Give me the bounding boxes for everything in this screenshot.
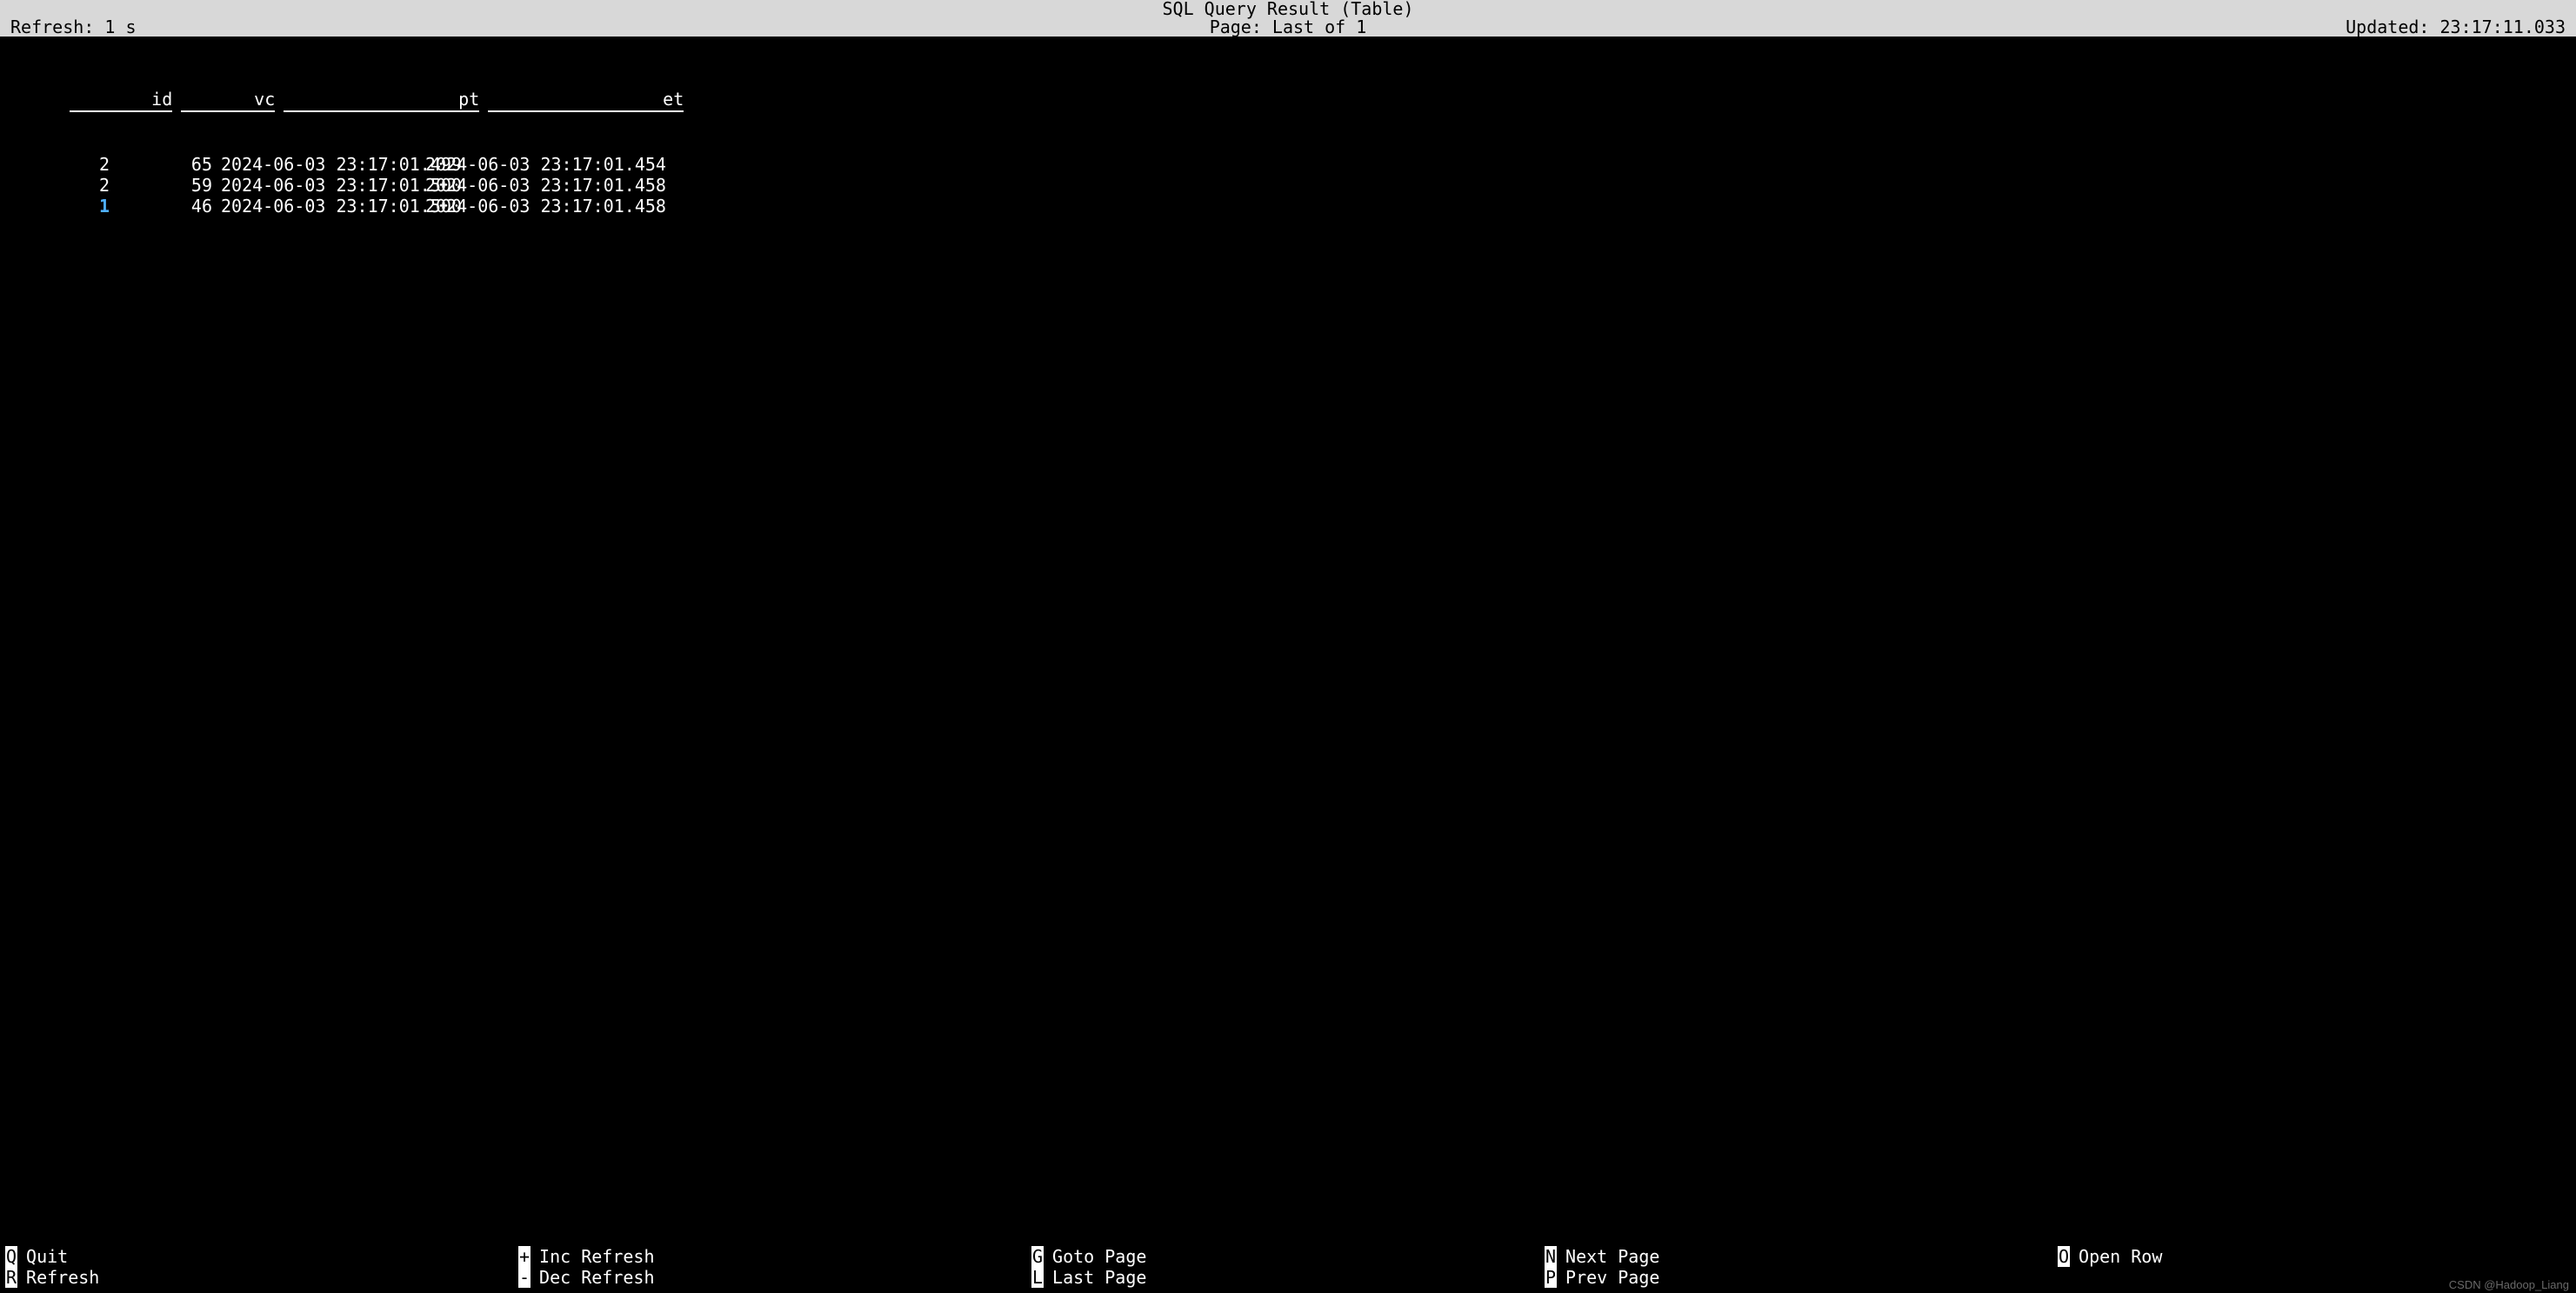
column-header-id[interactable]: id xyxy=(70,89,172,112)
hotkey-key: L xyxy=(1031,1267,1044,1288)
hotkey-label: Inc Refresh xyxy=(539,1246,654,1267)
table-body: 2652024-06-03 23:17:01.4992024-06-03 23:… xyxy=(7,154,2569,217)
hotkey-key: N xyxy=(1545,1246,1557,1267)
table-cell: 2 xyxy=(7,154,110,175)
hotkey-key: R xyxy=(5,1267,17,1288)
hotkey-label: Last Page xyxy=(1052,1267,1146,1288)
hotkey-label: Open Row xyxy=(2079,1246,2162,1267)
table-header-row: idvcptet xyxy=(28,68,684,133)
header-status-row: Refresh: 1 s Page: Last of 1 Updated: 23… xyxy=(10,18,2566,37)
hotkey-key: - xyxy=(518,1267,531,1288)
table-cell: 2024-06-03 23:17:01.458 xyxy=(425,196,621,217)
hotkey-label: Next Page xyxy=(1565,1246,1659,1267)
hotkey-key: G xyxy=(1031,1246,1044,1267)
table-row[interactable]: 2 59 2024-06-03 23:17:01.500 2024-06-03 23:… xyxy=(7,175,2569,196)
hotkey-label: Prev Page xyxy=(1565,1267,1659,1288)
hotkey-key: O xyxy=(2058,1246,2070,1267)
updated-status: Updated: 23:17:11.033 xyxy=(2346,18,2566,37)
watermark: CSDN @Hadoop_Liang xyxy=(2449,1278,2569,1291)
result-table: idvcptet 2652024-06-03 23:17:01.4992024-… xyxy=(0,37,2576,237)
hotkey-label: Quit xyxy=(26,1246,68,1267)
hotkey-item[interactable]: Q Quit xyxy=(5,1246,518,1267)
footer-hotkeys: Q Quit + Inc Refresh G Goto Page N Next Page O Op… xyxy=(0,1243,2576,1293)
column-header-et[interactable]: et xyxy=(488,89,684,112)
hotkey-key: P xyxy=(1545,1267,1557,1288)
table-cell: 1 xyxy=(7,196,110,217)
column-header-pt[interactable]: pt xyxy=(284,89,479,112)
refresh-status: Refresh: 1 s xyxy=(10,18,137,37)
hotkey-item[interactable]: R Refresh xyxy=(5,1267,518,1288)
page-status: Page: Last of 1 xyxy=(0,18,2576,37)
table-row[interactable]: 1 46 2024-06-03 23:17:01.500 2024-06-03 23:… xyxy=(7,196,2569,217)
hotkey-key: Q xyxy=(5,1246,17,1267)
header-title: SQL Query Result (Table) xyxy=(10,0,2566,18)
hotkey-item[interactable]: -Dec Refresh xyxy=(518,1267,1031,1288)
hotkey-label: Goto Page xyxy=(1052,1246,1146,1267)
hotkey-item[interactable]: O Open Row xyxy=(2058,1246,2571,1267)
table-cell: 59 xyxy=(118,175,212,196)
column-header-vc[interactable]: vc xyxy=(181,89,275,112)
hotkey-key: + xyxy=(518,1246,531,1267)
table-cell: 2024-06-03 23:17:01.500 xyxy=(221,196,417,217)
hotkey-label: Refresh xyxy=(26,1267,99,1288)
hotkey-item[interactable]: P Prev Page xyxy=(1545,1267,2058,1288)
hotkey-item[interactable]: + Inc Refresh xyxy=(518,1246,1031,1267)
table-cell: 2024-06-03 23:17:01.499 xyxy=(221,154,417,175)
hotkey-item[interactable]: G Goto Page xyxy=(1031,1246,1545,1267)
table-cell: 2024-06-03 23:17:01.454 xyxy=(425,154,621,175)
header-bar: SQL Query Result (Table) Refresh: 1 s Pa… xyxy=(0,0,2576,37)
table-cell: 2024-06-03 23:17:01.500 xyxy=(221,175,417,196)
table-cell: 46 xyxy=(118,196,212,217)
hotkey-item[interactable]: N Next Page xyxy=(1545,1246,2058,1267)
table-cell: 2024-06-03 23:17:01.458 xyxy=(425,175,621,196)
table-row[interactable]: 2 65 2024-06-03 23:17:01.499 2024-06-03 23:… xyxy=(7,154,2569,175)
hotkey-label: Dec Refresh xyxy=(539,1267,654,1288)
hotkey-item[interactable]: L Last Page xyxy=(1031,1267,1545,1288)
table-cell: 65 xyxy=(118,154,212,175)
table-cell: 2 xyxy=(7,175,110,196)
